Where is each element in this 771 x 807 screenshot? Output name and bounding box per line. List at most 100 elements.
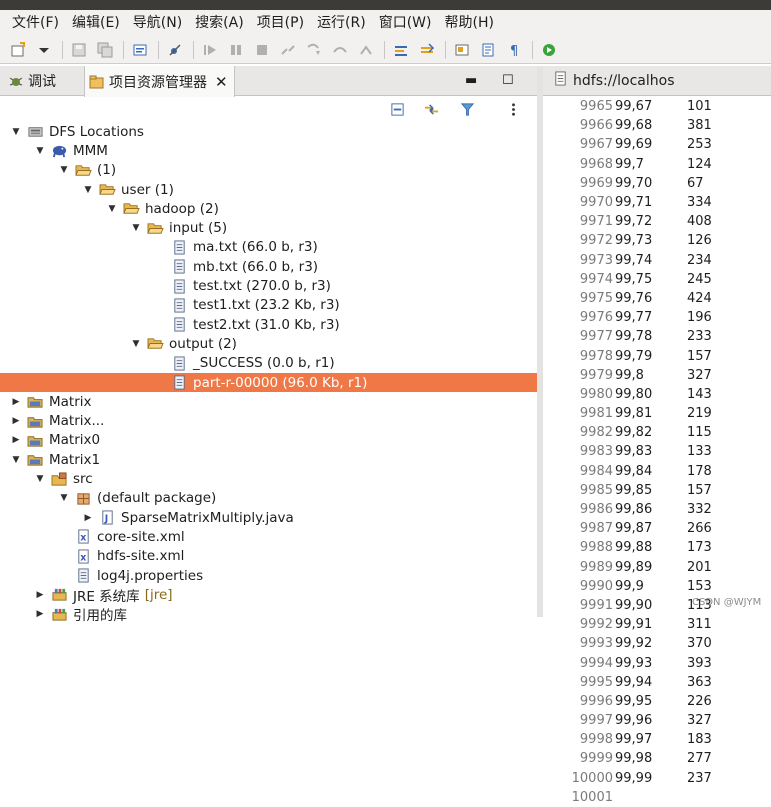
step-into-icon[interactable]	[304, 40, 324, 60]
terminate-icon[interactable]	[252, 40, 272, 60]
suspend-icon[interactable]	[226, 40, 246, 60]
line-number: 9965	[579, 99, 613, 115]
collapsed-arrow-icon[interactable]: ▶	[10, 416, 22, 426]
filter-icon[interactable]	[458, 100, 476, 118]
file-icon	[170, 297, 188, 313]
menu-project[interactable]: 项目(P)	[251, 10, 311, 37]
save-icon[interactable]	[69, 40, 89, 60]
tree-item[interactable]: ▼ (1)	[0, 161, 537, 180]
tree-item[interactable]: x hdfs-site.xml	[0, 547, 537, 566]
tree-item[interactable]: ▼ src	[0, 469, 537, 488]
editor-line: 9976 99,77 196	[543, 308, 771, 327]
run-icon[interactable]	[539, 40, 559, 60]
link-with-editor-icon[interactable]	[422, 100, 440, 118]
expanded-arrow-icon[interactable]: ▼	[34, 146, 46, 156]
tree-item[interactable]: ▼ Matrix1	[0, 450, 537, 469]
line-value: 327	[687, 367, 712, 383]
tree-item[interactable]: ▼ input (5)	[0, 219, 537, 238]
menu-window[interactable]: 窗口(W)	[373, 10, 439, 37]
collapsed-arrow-icon[interactable]: ▶	[10, 435, 22, 445]
tree-item[interactable]: ▶ J SparseMatrixMultiply.java	[0, 508, 537, 527]
tree-item[interactable]: x core-site.xml	[0, 527, 537, 546]
tree-item[interactable]: ▼ (default package)	[0, 489, 537, 508]
expanded-arrow-icon[interactable]: ▼	[130, 339, 142, 349]
collapsed-arrow-icon[interactable]: ▶	[10, 397, 22, 407]
resume-icon[interactable]	[200, 40, 220, 60]
tab-debug[interactable]: 调试	[8, 66, 56, 96]
tab-project-explorer[interactable]: 项目资源管理器 ✕	[84, 66, 235, 97]
close-icon[interactable]: ✕	[215, 73, 228, 91]
collapse-all-icon[interactable]	[388, 100, 406, 118]
tree-item[interactable]: ▶ 引用的库	[0, 605, 537, 624]
collapsed-arrow-icon[interactable]: ▶	[34, 590, 46, 600]
menu-search[interactable]: 搜索(A)	[189, 10, 251, 37]
expanded-arrow-icon[interactable]: ▼	[58, 493, 70, 503]
editor-text[interactable]: 9965 99,67 101 9966 99,68 381 9967 99,69 253 9968…	[543, 97, 771, 807]
expanded-arrow-icon[interactable]: ▼	[34, 474, 46, 484]
tree-item[interactable]: ▼ hadoop (2)	[0, 199, 537, 218]
tree-item[interactable]: ▼ user (1)	[0, 180, 537, 199]
tree-item[interactable]: ▶ Matrix0	[0, 431, 537, 450]
line-key: 99,90	[615, 597, 653, 613]
tree-item[interactable]: test2.txt (31.0 Kb, r3)	[0, 315, 537, 334]
tree-item[interactable]: ▼ output (2)	[0, 334, 537, 353]
editor-line: 9984 99,84 178	[543, 462, 771, 481]
link-navigate-icon[interactable]	[417, 40, 437, 60]
tree-item[interactable]: ▶ Matrix	[0, 392, 537, 411]
tree-item[interactable]: mb.txt (66.0 b, r3)	[0, 257, 537, 276]
save-all-icon[interactable]	[95, 40, 115, 60]
view-menu-icon[interactable]	[504, 100, 522, 118]
editor-line: 9980 99,80 143	[543, 385, 771, 404]
disconnect-icon[interactable]	[278, 40, 298, 60]
console-icon[interactable]	[130, 40, 150, 60]
editor-line: 9999 99,98 277	[543, 749, 771, 768]
menu-run[interactable]: 运行(R)	[311, 10, 373, 37]
tree-item[interactable]: ▶ Matrix...	[0, 412, 537, 431]
line-value: 219	[687, 406, 712, 422]
menu-help[interactable]: 帮助(H)	[439, 10, 501, 37]
step-return-icon[interactable]	[356, 40, 376, 60]
tree-item[interactable]: ▼ MMM	[0, 141, 537, 160]
toggle-mark-icon[interactable]	[391, 40, 411, 60]
collapsed-arrow-icon[interactable]: ▶	[34, 609, 46, 619]
new-wizard-icon[interactable]	[8, 40, 28, 60]
expanded-arrow-icon[interactable]: ▼	[82, 185, 94, 195]
minimize-icon[interactable]: ▬	[465, 73, 477, 88]
tab-debug-label: 调试	[28, 74, 56, 90]
maximize-icon[interactable]: ☐	[502, 73, 514, 88]
editor-line: 9977 99,78 233	[543, 327, 771, 346]
annotation-icon[interactable]	[452, 40, 472, 60]
skip-breakpoints-icon[interactable]	[165, 40, 185, 60]
editor-tab[interactable]: hdfs://localhos	[543, 66, 771, 96]
collapsed-arrow-icon[interactable]: ▶	[82, 513, 94, 523]
line-key: 99,84	[615, 463, 653, 479]
tree-item[interactable]: _SUCCESS (0.0 b, r1)	[0, 354, 537, 373]
line-number: 9977	[579, 329, 613, 345]
tree-item[interactable]: test.txt (270.0 b, r3)	[0, 276, 537, 295]
line-key: 99,91	[615, 617, 653, 633]
tree-item[interactable]: ma.txt (66.0 b, r3)	[0, 238, 537, 257]
expanded-arrow-icon[interactable]: ▼	[130, 223, 142, 233]
expanded-arrow-icon[interactable]: ▼	[10, 127, 22, 137]
tree-item[interactable]: log4j.properties	[0, 566, 537, 585]
tree-item[interactable]: ▼ DFS Locations	[0, 122, 537, 141]
tree-item-label: user (1)	[121, 181, 174, 198]
menu-file[interactable]: 文件(F)	[6, 10, 66, 37]
tree-item[interactable]: test1.txt (23.2 Kb, r3)	[0, 296, 537, 315]
file-icon	[74, 568, 92, 584]
expanded-arrow-icon[interactable]: ▼	[58, 165, 70, 175]
tree-item[interactable]: ▶ JRE 系统库 [jre]	[0, 585, 537, 605]
menu-edit[interactable]: 编辑(E)	[66, 10, 127, 37]
line-value: 245	[687, 271, 712, 287]
line-key: 99,92	[615, 636, 653, 652]
pilcrow-icon[interactable]: ¶	[504, 40, 524, 60]
step-over-icon[interactable]	[330, 40, 350, 60]
outline-icon[interactable]	[478, 40, 498, 60]
menu-navigate[interactable]: 导航(N)	[127, 10, 189, 37]
expanded-arrow-icon[interactable]: ▼	[106, 204, 118, 214]
line-key: 99,87	[615, 521, 653, 537]
tree-item-label: test2.txt (31.0 Kb, r3)	[193, 316, 340, 333]
dropdown-arrow-icon[interactable]	[34, 40, 54, 60]
expanded-arrow-icon[interactable]: ▼	[10, 455, 22, 465]
tree-item[interactable]: part-r-00000 (96.0 Kb, r1)	[0, 372, 537, 393]
